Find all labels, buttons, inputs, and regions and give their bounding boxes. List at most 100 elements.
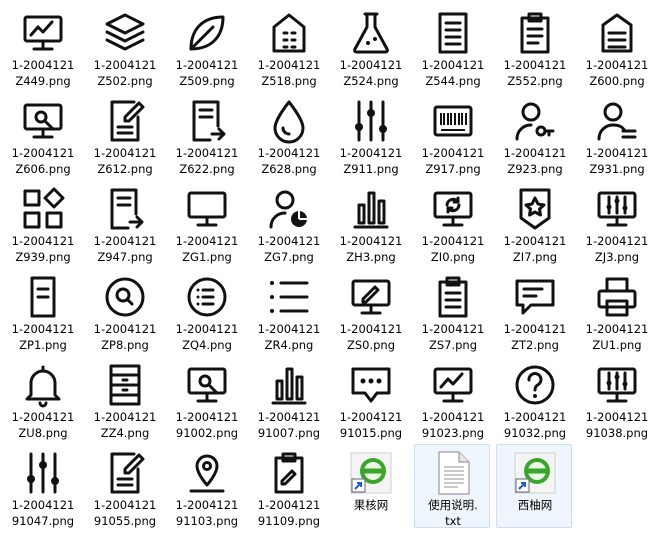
file-item[interactable]: 1-2004121 91002.png <box>168 356 244 440</box>
file-item[interactable]: 1-2004121 Z600.png <box>578 4 654 88</box>
file-name: 1-2004121 Z449.png <box>11 58 75 88</box>
file-item[interactable]: 1-2004121 ZJ3.png <box>578 180 654 264</box>
file-name: 1-2004121 ZI0.png <box>421 234 485 264</box>
file-item[interactable]: 1-2004121 91109.png <box>250 444 326 528</box>
chat-bubble-icon <box>511 273 559 321</box>
list-icon <box>265 273 313 321</box>
file-name: 1-2004121 ZS0.png <box>339 322 403 352</box>
file-item[interactable]: 1-2004121 Z939.png <box>4 180 80 264</box>
file-name: 1-2004121 Z939.png <box>11 234 75 264</box>
file-item[interactable]: 1-2004121 Z606.png <box>4 92 80 176</box>
file-name: 1-2004121 91002.png <box>175 410 239 440</box>
badge-star-icon <box>511 185 559 233</box>
file-item[interactable]: 1-2004121 ZT2.png <box>496 268 572 352</box>
file-name: 1-2004121 91109.png <box>257 498 321 528</box>
file-item[interactable]: 1-2004121 ZG7.png <box>250 180 326 264</box>
file-item[interactable]: 使用说明. txt <box>414 444 490 528</box>
file-name: 1-2004121 91032.png <box>503 410 567 440</box>
monitor-search-icon <box>183 361 231 409</box>
file-item[interactable]: 1-2004121 ZU8.png <box>4 356 80 440</box>
file-name: 1-2004121 Z544.png <box>421 58 485 88</box>
file-grid: 1-2004121 Z449.png 1-2004121 Z502.png 1-20… <box>0 0 657 535</box>
file-item[interactable]: 1-2004121 91103.png <box>168 444 244 528</box>
bar-chart-icon <box>265 361 313 409</box>
user-list-icon <box>593 97 641 145</box>
file-name: 1-2004121 91103.png <box>175 498 239 528</box>
file-name: 果核网 <box>353 498 389 512</box>
file-item[interactable]: 1-2004121 ZZ4.png <box>86 356 162 440</box>
list-circle-icon <box>183 273 231 321</box>
file-name: 1-2004121 91015.png <box>339 410 403 440</box>
doc-small-icon <box>19 273 67 321</box>
file-name: 西柚网 <box>517 498 553 512</box>
file-item[interactable]: 1-2004121 ZS0.png <box>332 268 408 352</box>
file-name: 1-2004121 91047.png <box>11 498 75 528</box>
text-file-icon <box>429 449 477 497</box>
file-name: 1-2004121 ZS7.png <box>421 322 485 352</box>
file-name: 1-2004121 Z917.png <box>421 146 485 176</box>
web-shortcut-icon <box>511 449 559 497</box>
file-item[interactable]: 1-2004121 Z923.png <box>496 92 572 176</box>
file-item[interactable]: 1-2004121 Z628.png <box>250 92 326 176</box>
file-name: 1-2004121 Z518.png <box>257 58 321 88</box>
location-pin-icon <box>183 449 231 497</box>
file-name: 1-2004121 ZT2.png <box>503 322 567 352</box>
file-name: 使用说明. txt <box>428 498 478 528</box>
file-name: 1-2004121 Z600.png <box>585 58 649 88</box>
file-item[interactable]: 1-2004121 ZI0.png <box>414 180 490 264</box>
file-item[interactable]: 1-2004121 Z917.png <box>414 92 490 176</box>
file-item[interactable]: 1-2004121 ZU1.png <box>578 268 654 352</box>
file-item[interactable]: 1-2004121 Z552.png <box>496 4 572 88</box>
file-name: 1-2004121 Z622.png <box>175 146 239 176</box>
file-name: 1-2004121 ZI7.png <box>503 234 567 264</box>
file-item[interactable]: 1-2004121 ZS7.png <box>414 268 490 352</box>
file-name: 1-2004121 ZH3.png <box>339 234 403 264</box>
file-item[interactable]: 1-2004121 91007.png <box>250 356 326 440</box>
file-item[interactable]: 1-2004121 ZI7.png <box>496 180 572 264</box>
file-name: 1-2004121 ZG7.png <box>257 234 321 264</box>
file-item[interactable]: 西柚网 <box>496 444 572 528</box>
printer-icon <box>593 273 641 321</box>
file-item[interactable]: 1-2004121 91047.png <box>4 444 80 528</box>
file-name: 1-2004121 ZG1.png <box>175 234 239 264</box>
file-item[interactable]: 1-2004121 91055.png <box>86 444 162 528</box>
doc-arrow-icon <box>183 97 231 145</box>
file-item[interactable]: 1-2004121 91015.png <box>332 356 408 440</box>
sliders-icon <box>347 97 395 145</box>
file-item[interactable]: 1-2004121 Z518.png <box>250 4 326 88</box>
file-item[interactable]: 1-2004121 Z449.png <box>4 4 80 88</box>
file-name: 1-2004121 Z931.png <box>585 146 649 176</box>
file-item[interactable]: 果核网 <box>332 444 408 528</box>
file-item[interactable]: 1-2004121 Z544.png <box>414 4 490 88</box>
file-item[interactable]: 1-2004121 91038.png <box>578 356 654 440</box>
file-name: 1-2004121 Z606.png <box>11 146 75 176</box>
file-item[interactable]: 1-2004121 ZQ4.png <box>168 268 244 352</box>
layers-icon <box>101 9 149 57</box>
file-item[interactable]: 1-2004121 Z502.png <box>86 4 162 88</box>
file-item[interactable]: 1-2004121 91023.png <box>414 356 490 440</box>
file-item[interactable]: 1-2004121 ZP8.png <box>86 268 162 352</box>
file-name: 1-2004121 Z502.png <box>93 58 157 88</box>
file-name: 1-2004121 Z628.png <box>257 146 321 176</box>
file-item[interactable]: 1-2004121 Z911.png <box>332 92 408 176</box>
file-item[interactable]: 1-2004121 ZR4.png <box>250 268 326 352</box>
file-item[interactable]: 1-2004121 ZP1.png <box>4 268 80 352</box>
doc-edit-icon <box>101 97 149 145</box>
bar-chart-icon <box>347 185 395 233</box>
web-shortcut-icon <box>347 449 395 497</box>
file-item[interactable]: 1-2004121 ZH3.png <box>332 180 408 264</box>
file-item[interactable]: 1-2004121 Z524.png <box>332 4 408 88</box>
file-item[interactable]: 1-2004121 91032.png <box>496 356 572 440</box>
file-item[interactable]: 1-2004121 Z612.png <box>86 92 162 176</box>
file-name: 1-2004121 Z524.png <box>339 58 403 88</box>
file-item[interactable]: 1-2004121 Z622.png <box>168 92 244 176</box>
clipboard-icon <box>511 9 559 57</box>
file-name: 1-2004121 91007.png <box>257 410 321 440</box>
file-item[interactable]: 1-2004121 Z509.png <box>168 4 244 88</box>
file-item[interactable]: 1-2004121 Z947.png <box>86 180 162 264</box>
file-item[interactable]: 1-2004121 ZG1.png <box>168 180 244 264</box>
file-name: 1-2004121 ZZ4.png <box>93 410 157 440</box>
monitor-chart-icon <box>429 361 477 409</box>
clipboard-edit-icon <box>265 449 313 497</box>
file-item[interactable]: 1-2004121 Z931.png <box>578 92 654 176</box>
